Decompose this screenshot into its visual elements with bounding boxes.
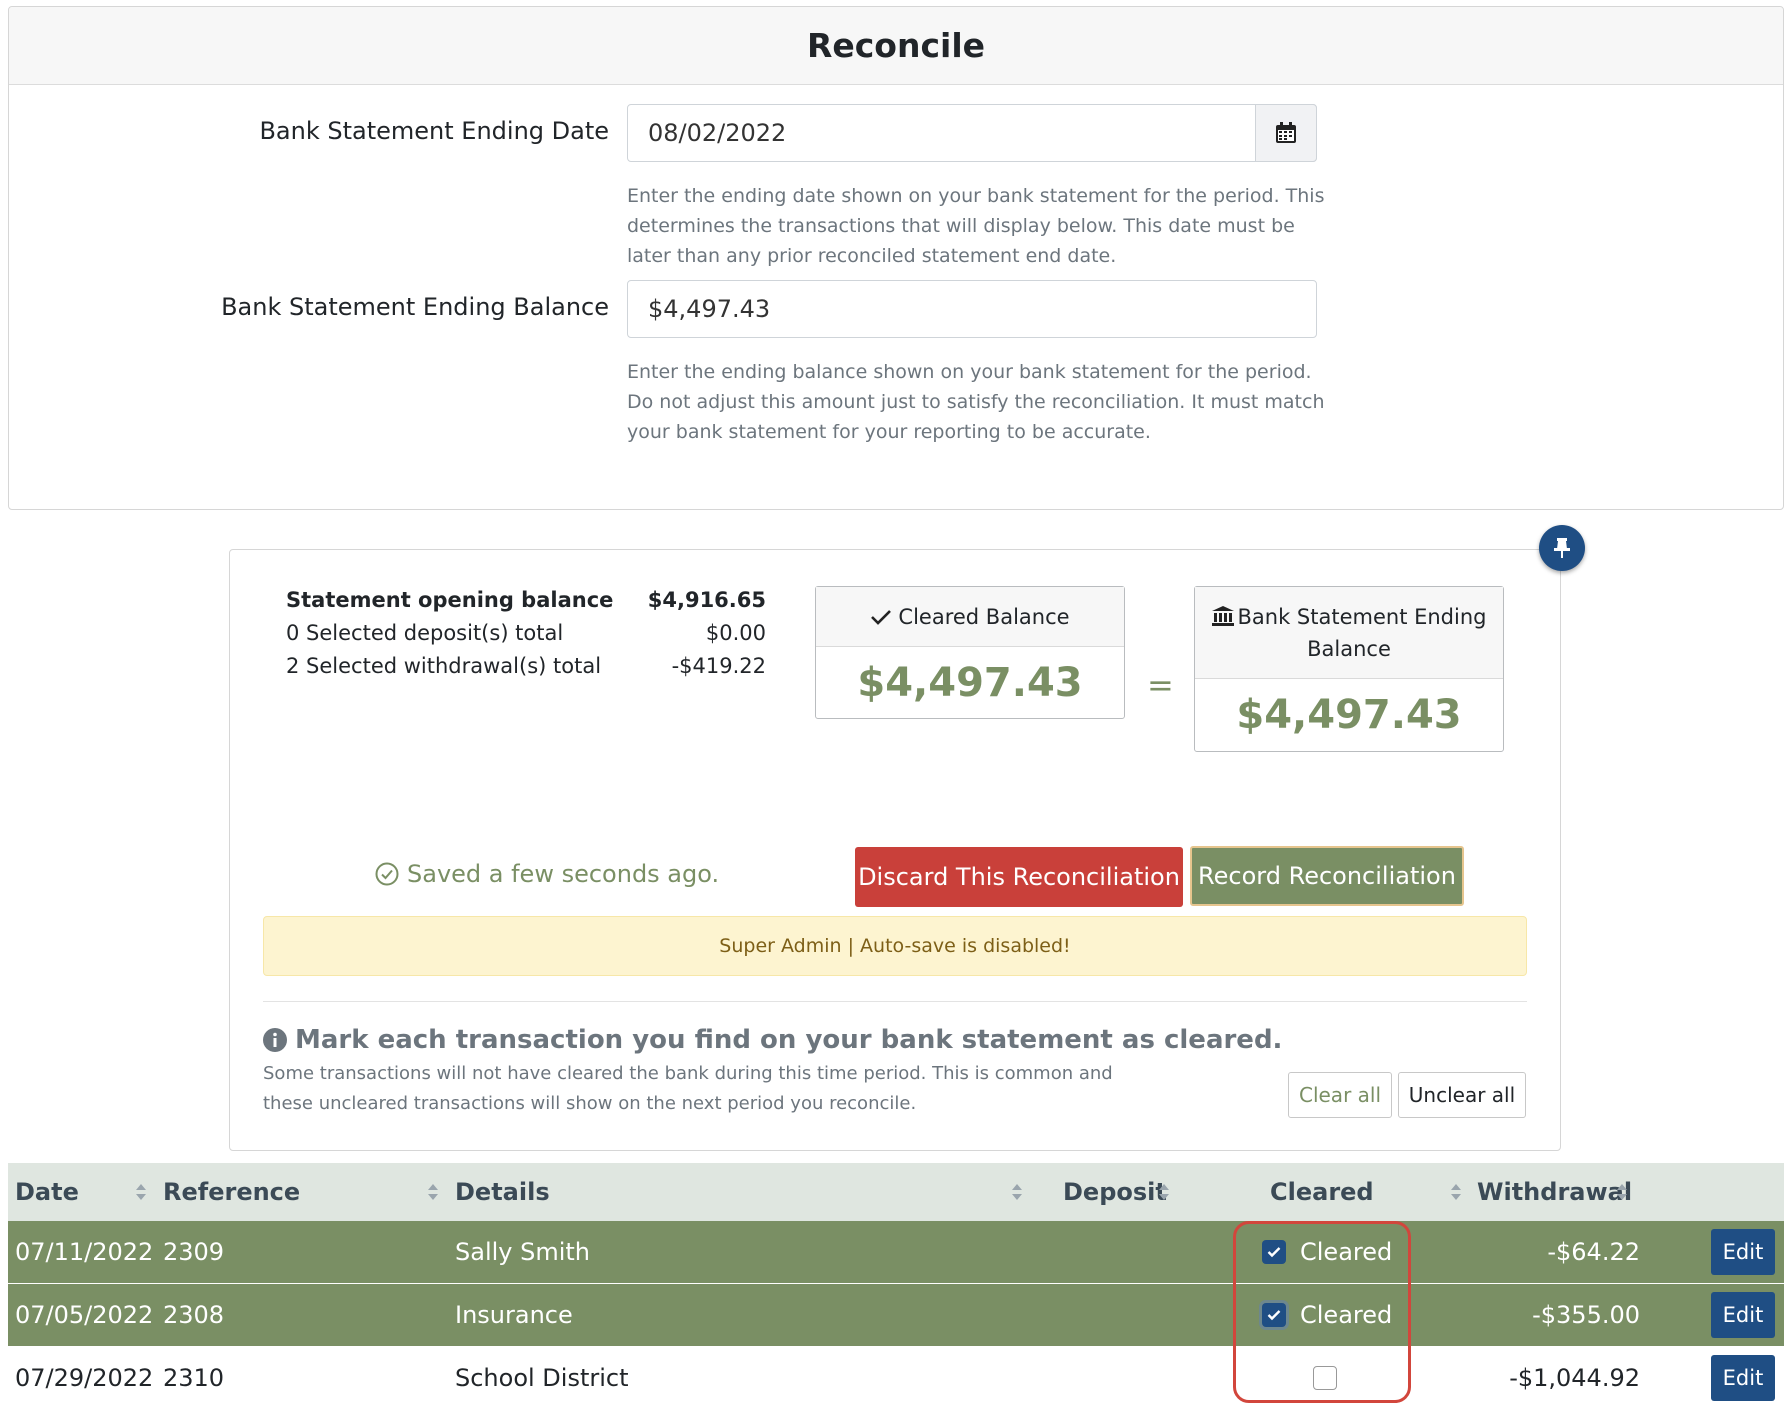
deposits-total-row: 0 Selected deposit(s) total $0.00 [286, 621, 766, 645]
ending-balance-label: Bank Statement Ending Balance [221, 293, 609, 321]
bank-balance-value: $4,497.43 [1236, 692, 1462, 738]
sort-icon[interactable] [135, 1182, 147, 1202]
sort-icon[interactable] [1616, 1182, 1628, 1202]
cell-date: 07/11/2022 [15, 1238, 154, 1266]
cell-reference: 2308 [163, 1301, 225, 1329]
bank-balance-box: Bank Statement Ending Balance $4,497.43 [1194, 586, 1504, 752]
cell-details: Insurance [455, 1301, 573, 1329]
autosave-alert: Super Admin | Auto-save is disabled! [263, 916, 1527, 976]
table-row[interactable]: 07/05/2022 2308 Insurance Cleared -$355.… [8, 1284, 1784, 1346]
deposits-total-label: 0 Selected deposit(s) total [286, 621, 564, 645]
ending-balance-help: Enter the ending balance shown on your b… [627, 361, 1325, 443]
discard-reconciliation-button[interactable]: Discard This Reconciliation [855, 847, 1183, 907]
bank-balance-title: Bank Statement Ending Balance [1237, 604, 1487, 661]
cleared-label: Cleared [1300, 1301, 1393, 1329]
column-header-reference[interactable]: Reference [163, 1163, 300, 1221]
ending-date-label: Bank Statement Ending Date [259, 117, 609, 145]
bank-balance-header: Bank Statement Ending Balance [1195, 587, 1503, 679]
saved-status: Saved a few seconds ago. [375, 860, 719, 888]
opening-balance-row: Statement opening balance $4,916.65 [286, 588, 766, 612]
cell-withdrawal: -$355.00 [1532, 1301, 1640, 1329]
cleared-checkbox[interactable] [1262, 1240, 1286, 1264]
mark-instructions-subtext: Some transactions will not have cleared … [263, 1063, 1113, 1114]
calendar-button[interactable] [1255, 104, 1317, 162]
cleared-label: Cleared [1300, 1238, 1393, 1266]
cleared-balance-header: Cleared Balance [816, 587, 1124, 647]
pin-icon [1554, 538, 1570, 558]
edit-button[interactable]: Edit [1711, 1355, 1775, 1401]
column-header-date[interactable]: Date [15, 1163, 79, 1221]
sort-icon[interactable] [1450, 1182, 1462, 1202]
cell-cleared[interactable]: Cleared [1262, 1221, 1392, 1283]
mark-instructions-title: Mark each transaction you find on your b… [263, 1025, 1282, 1055]
cell-date: 07/05/2022 [15, 1301, 154, 1329]
check-icon [1267, 1310, 1281, 1321]
edit-button[interactable]: Edit [1711, 1229, 1775, 1275]
cleared-balance-title: Cleared Balance [898, 604, 1070, 629]
transactions-table-header: Date Reference Details Deposit Cleared W… [8, 1163, 1784, 1221]
check-icon [871, 609, 892, 625]
cell-withdrawal: -$1,044.92 [1509, 1364, 1640, 1392]
column-header-details[interactable]: Details [455, 1163, 550, 1221]
mark-instructions-text: Mark each transaction you find on your b… [295, 1025, 1283, 1055]
saved-status-text: Saved a few seconds ago. [407, 860, 720, 888]
ending-balance-value: $4,497.43 [648, 295, 771, 323]
sort-icon[interactable] [1011, 1182, 1023, 1202]
opening-balance-label: Statement opening balance [286, 588, 614, 612]
cell-details: School District [455, 1364, 629, 1392]
cleared-checkbox[interactable] [1313, 1366, 1337, 1390]
reconcile-form-card: Reconcile Bank Statement Ending Date 08/… [8, 6, 1784, 510]
cell-cleared[interactable] [1313, 1347, 1337, 1409]
ending-balance-input[interactable]: $4,497.43 [627, 280, 1317, 338]
column-header-withdrawal[interactable]: Withdrawal [1477, 1163, 1632, 1221]
table-row[interactable]: 07/11/2022 2309 Sally Smith Cleared -$64… [8, 1221, 1784, 1283]
ending-date-value: 08/02/2022 [648, 119, 787, 147]
deposits-total-value: $0.00 [705, 621, 766, 645]
calendar-icon [1276, 122, 1296, 143]
edit-button[interactable]: Edit [1711, 1292, 1775, 1338]
cleared-checkbox[interactable] [1262, 1303, 1286, 1327]
cell-date: 07/29/2022 [15, 1364, 154, 1392]
reconcile-summary-card: Statement opening balance $4,916.65 0 Se… [229, 549, 1561, 1151]
unclear-all-button[interactable]: Unclear all [1398, 1072, 1526, 1118]
divider [263, 1001, 1527, 1002]
ending-date-input[interactable]: 08/02/2022 [627, 104, 1317, 162]
check-circle-icon [375, 862, 399, 886]
cleared-balance-box: Cleared Balance $4,497.43 [815, 586, 1125, 719]
cleared-balance-value: $4,497.43 [857, 660, 1083, 706]
sort-icon[interactable] [1158, 1182, 1170, 1202]
pin-button[interactable] [1539, 525, 1585, 571]
column-header-deposit[interactable]: Deposit [1063, 1163, 1167, 1221]
cell-reference: 2309 [163, 1238, 225, 1266]
withdrawals-total-value: -$419.22 [671, 654, 766, 678]
info-icon [263, 1028, 287, 1052]
withdrawals-total-row: 2 Selected withdrawal(s) total -$419.22 [286, 654, 766, 678]
record-reconciliation-button[interactable]: Record Reconciliation [1190, 846, 1464, 906]
withdrawals-total-label: 2 Selected withdrawal(s) total [286, 654, 602, 678]
table-row[interactable]: 07/29/2022 2310 School District -$1,044.… [8, 1347, 1784, 1409]
equals-sign: = [1147, 666, 1174, 704]
ending-date-help: Enter the ending date shown on your bank… [627, 185, 1325, 267]
check-icon [1267, 1247, 1281, 1258]
bank-icon [1211, 605, 1234, 626]
cell-reference: 2310 [163, 1364, 225, 1392]
page-title: Reconcile [9, 7, 1783, 85]
cell-withdrawal: -$64.22 [1547, 1238, 1640, 1266]
cell-cleared[interactable]: Cleared [1262, 1284, 1392, 1346]
column-header-cleared[interactable]: Cleared [1270, 1163, 1374, 1221]
clear-all-button[interactable]: Clear all [1288, 1072, 1392, 1118]
opening-balance-value: $4,916.65 [647, 588, 766, 612]
cell-details: Sally Smith [455, 1238, 591, 1266]
sort-icon[interactable] [427, 1182, 439, 1202]
